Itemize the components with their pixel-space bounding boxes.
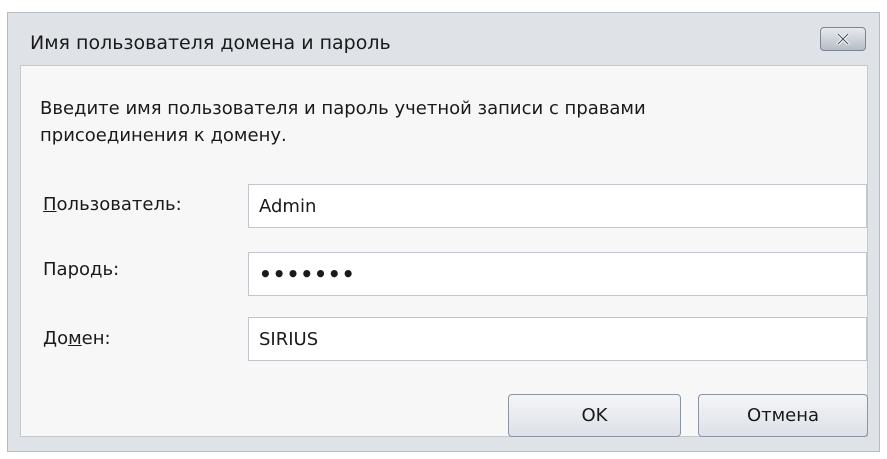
cancel-button[interactable]: Отмена <box>698 394 868 437</box>
dialog-title: Имя пользователя домена и пароль <box>30 32 391 54</box>
dialog-content: Введите имя пользователя и пароль учетно… <box>20 65 868 437</box>
user-label: Пользователь: <box>43 194 182 215</box>
domain-input[interactable] <box>248 317 867 361</box>
user-input[interactable] <box>248 184 867 228</box>
ok-button[interactable]: OK <box>508 394 681 437</box>
close-button[interactable] <box>820 27 866 51</box>
domain-credentials-dialog: Имя пользователя домена и пароль Введите… <box>7 12 880 452</box>
password-label: Пародь: <box>43 259 120 280</box>
domain-label: Домен: <box>43 328 111 349</box>
instruction-text: Введите имя пользователя и пароль учетно… <box>40 98 646 146</box>
password-input[interactable] <box>248 252 867 296</box>
close-icon <box>836 33 850 45</box>
title-bar: Имя пользователя домена и пароль <box>8 13 879 63</box>
